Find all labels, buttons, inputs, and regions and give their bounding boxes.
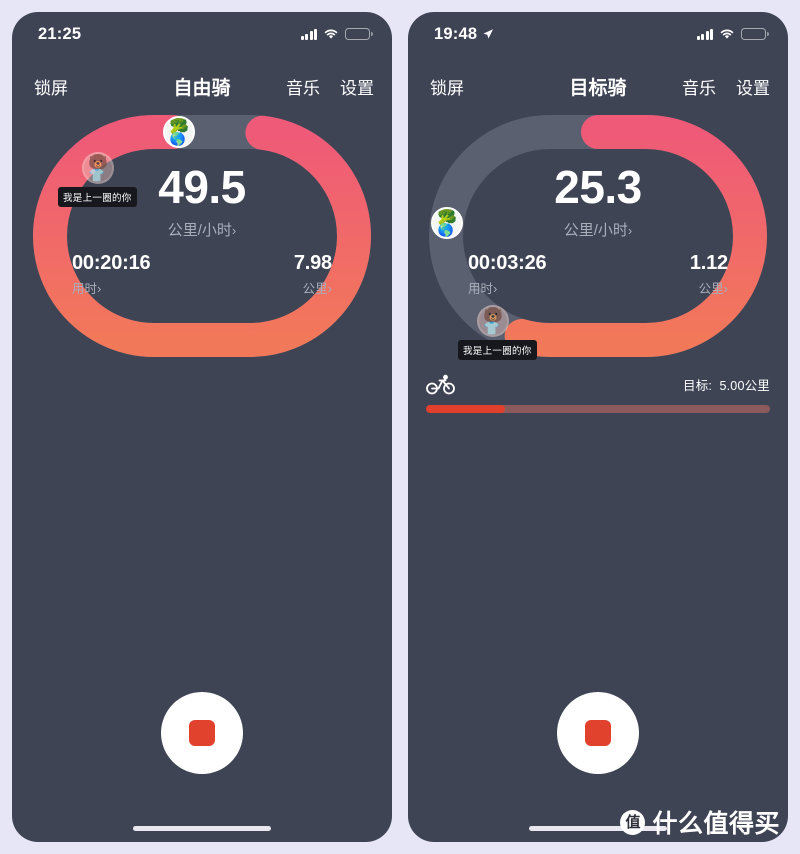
speed-unit-row: 公里/小时›	[426, 219, 770, 240]
bicycle-icon	[426, 374, 455, 395]
cellular-signal-icon	[300, 28, 317, 40]
battery-icon	[345, 28, 373, 40]
cellular-signal-icon	[696, 28, 713, 40]
goal-progress-section: 目标: 5.00公里	[426, 372, 770, 413]
stop-ride-button[interactable]	[557, 692, 639, 774]
phone-screen-goal-ride: 19:48 锁屏 目标骑 音乐 设置 🥦 🌎 🐻 👕 我是上一圈的你 25.3 …	[408, 12, 788, 842]
nav-settings-button[interactable]: 设置	[736, 74, 770, 99]
wifi-icon	[720, 29, 734, 39]
nav-music-button[interactable]: 音乐	[286, 74, 320, 99]
distance-label: 公里	[302, 282, 328, 296]
distance-value: 7.98	[293, 252, 332, 274]
chevron-right-icon: ›	[627, 223, 633, 238]
nav-lock-screen-button[interactable]: 锁屏	[34, 74, 68, 99]
chevron-right-icon: ›	[723, 281, 728, 296]
stop-square-icon	[585, 720, 611, 746]
speed-readout[interactable]: 49.5 公里/小时›	[30, 164, 374, 240]
stop-square-icon	[189, 720, 215, 746]
duration-value: 00:20:16	[72, 252, 151, 274]
nav-settings-button[interactable]: 设置	[340, 74, 374, 99]
ghost-rider-avatar-icon[interactable]: 🐻 👕	[477, 305, 509, 337]
speed-unit-label: 公里/小时	[563, 222, 628, 239]
status-time: 19:48	[434, 24, 478, 43]
duration-label: 用时	[72, 282, 98, 296]
battery-icon	[741, 28, 769, 40]
wifi-icon	[324, 29, 338, 39]
watermark: 值 什么值得买	[612, 800, 788, 844]
distance-metric[interactable]: 7.98 公里›	[294, 252, 332, 297]
duration-metric[interactable]: 00:20:16 用时›	[72, 252, 151, 297]
duration-label-row: 用时›	[72, 278, 150, 297]
chevron-right-icon: ›	[97, 281, 102, 296]
status-left-group: 19:48	[434, 25, 494, 44]
location-arrow-icon	[483, 29, 494, 39]
smzdm-logo-icon: 值	[620, 809, 646, 835]
duration-label: 用时	[468, 282, 494, 296]
nav-right-group: 音乐 设置	[682, 74, 770, 99]
distance-label-row: 公里›	[690, 278, 728, 297]
phone-screen-free-ride: 21:25 锁屏 自由骑 音乐 设置 🥦 🌎 🐻 👕 我是上一圈的你 49.5 …	[12, 12, 392, 842]
status-time: 21:25	[38, 24, 82, 43]
goal-value: 5.00公里	[719, 378, 770, 393]
status-right-group	[696, 28, 769, 40]
chevron-right-icon: ›	[493, 281, 498, 296]
status-bar: 21:25	[12, 12, 392, 56]
duration-value: 00:03:26	[468, 252, 547, 274]
goal-header-row: 目标: 5.00公里	[426, 372, 770, 396]
status-right-group	[300, 28, 373, 40]
nav-music-button[interactable]: 音乐	[682, 74, 716, 99]
goal-target-text: 目标: 5.00公里	[683, 375, 770, 394]
secondary-metrics-row: 00:03:26 用时› 1.12 公里›	[468, 252, 728, 297]
nav-right-group: 音乐 设置	[286, 74, 374, 99]
speed-value: 49.5	[158, 161, 246, 213]
speed-unit-row: 公里/小时›	[30, 219, 374, 240]
ride-track-ring: 🥦 🌎 🐻 👕 我是上一圈的你 25.3 公里/小时› 00:03:26 用时›…	[426, 112, 770, 360]
watermark-text: 什么值得买	[652, 810, 780, 838]
stop-ride-button[interactable]	[161, 692, 243, 774]
distance-metric[interactable]: 1.12 公里›	[690, 252, 728, 297]
nav-lock-screen-button[interactable]: 锁屏	[430, 74, 464, 99]
distance-label: 公里	[698, 282, 724, 296]
chevron-right-icon: ›	[327, 281, 332, 296]
goal-progress-bar[interactable]	[426, 405, 770, 413]
secondary-metrics-row: 00:20:16 用时› 7.98 公里›	[72, 252, 332, 297]
speed-value: 25.3	[554, 161, 642, 213]
home-indicator[interactable]	[133, 826, 271, 831]
rider-avatar-icon[interactable]: 🥦 🌎	[163, 116, 195, 148]
nav-bar: 锁屏 目标骑 音乐 设置	[408, 64, 788, 108]
distance-label-row: 公里›	[294, 278, 332, 297]
goal-progress-fill	[426, 405, 506, 413]
screenshot-stage: 21:25 锁屏 自由骑 音乐 设置 🥦 🌎 🐻 👕 我是上一圈的你 49.5 …	[0, 0, 800, 854]
distance-value: 1.12	[689, 252, 728, 274]
status-bar: 19:48	[408, 12, 788, 56]
nav-bar: 锁屏 自由骑 音乐 设置	[12, 64, 392, 108]
goal-label: 目标:	[683, 378, 713, 393]
ghost-rider-tooltip: 我是上一圈的你	[458, 340, 537, 360]
duration-label-row: 用时›	[468, 278, 546, 297]
speed-readout[interactable]: 25.3 公里/小时›	[426, 164, 770, 240]
speed-unit-label: 公里/小时	[167, 222, 232, 239]
duration-metric[interactable]: 00:03:26 用时›	[468, 252, 547, 297]
chevron-right-icon: ›	[231, 223, 237, 238]
status-left-group: 21:25	[38, 25, 81, 44]
ride-track-ring: 🥦 🌎 🐻 👕 我是上一圈的你 49.5 公里/小时› 00:20:16 用时›…	[30, 112, 374, 360]
